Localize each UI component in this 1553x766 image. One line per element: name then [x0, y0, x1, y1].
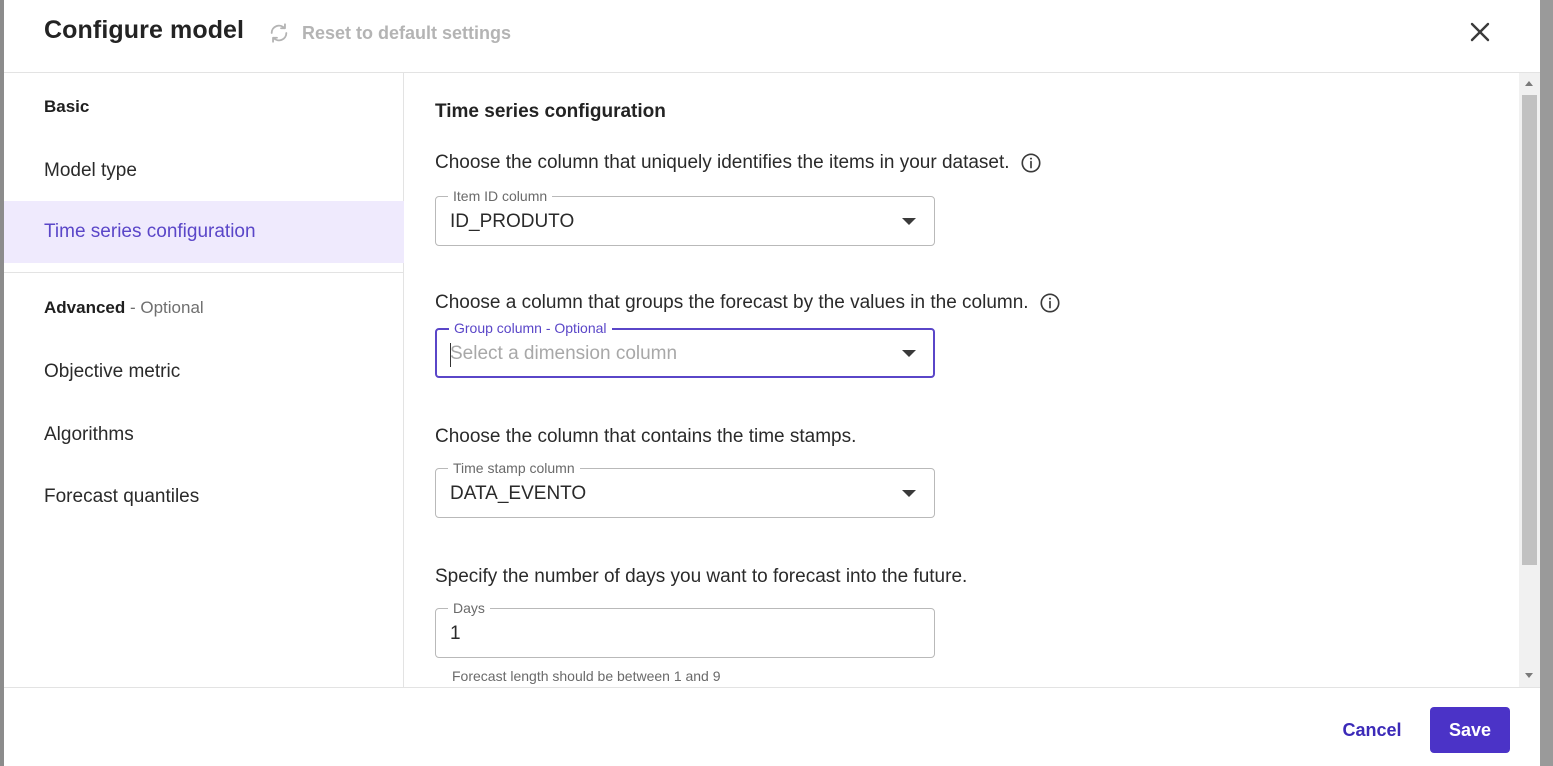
group-prompt: Choose a column that groups the forecast…	[435, 292, 1061, 314]
section-title: Time series configuration	[435, 101, 666, 122]
reset-defaults-button[interactable]: Reset to default settings	[268, 20, 511, 46]
timestamp-prompt-text: Choose the column that contains the time…	[435, 426, 857, 447]
item-id-prompt: Choose the column that uniquely identifi…	[435, 152, 1042, 174]
sidebar-item-label: Algorithms	[44, 424, 134, 445]
sidebar-divider	[4, 272, 404, 273]
background-app-edge-right	[1539, 0, 1553, 766]
refresh-icon	[270, 23, 288, 43]
settings-content: Time series configuration Choose the col…	[405, 73, 1519, 687]
dialog-header: Configure model Reset to default setting…	[4, 0, 1540, 73]
days-input[interactable]: Days 1	[435, 599, 935, 658]
timestamp-prompt: Choose the column that contains the time…	[435, 426, 856, 448]
advanced-optional-label: - Optional	[125, 298, 204, 317]
days-value: 1	[450, 623, 461, 644]
sidebar-item-model-type[interactable]: Model type	[4, 140, 404, 202]
group-prompt-text: Choose a column that groups the forecast…	[435, 292, 1029, 313]
info-icon[interactable]	[1039, 292, 1061, 314]
days-label: Days	[448, 599, 490, 617]
group-column-select[interactable]: Group column - Optional Select a dimensi…	[435, 319, 935, 378]
item-id-label: Item ID column	[448, 187, 553, 205]
close-icon	[1470, 22, 1490, 42]
close-button[interactable]	[1466, 18, 1494, 46]
save-button[interactable]: Save	[1430, 707, 1510, 753]
item-id-value: ID_PRODUTO	[450, 211, 575, 232]
sidebar-section-basic: Basic	[44, 97, 90, 116]
sidebar-item-label: Forecast quantiles	[44, 486, 200, 507]
content-scrollbar[interactable]	[1519, 73, 1540, 687]
chevron-down-icon	[902, 218, 916, 225]
scroll-up-arrow[interactable]	[1525, 81, 1533, 86]
group-column-placeholder: Select a dimension column	[450, 343, 678, 364]
timestamp-value: DATA_EVENTO	[450, 483, 587, 504]
cancel-button[interactable]: Cancel	[1330, 707, 1414, 753]
days-helper-text: Forecast length should be between 1 and …	[452, 668, 721, 684]
timestamp-label: Time stamp column	[448, 459, 580, 477]
days-prompt: Specify the number of days you want to f…	[435, 566, 967, 588]
sidebar-item-objective-metric[interactable]: Objective metric	[4, 341, 404, 403]
advanced-label: Advanced	[44, 298, 126, 317]
scroll-down-arrow[interactable]	[1525, 673, 1533, 678]
dialog-title: Configure model	[44, 16, 245, 44]
dialog-footer: Cancel Save	[4, 687, 1540, 766]
configure-model-dialog: Configure model Reset to default setting…	[4, 0, 1540, 766]
days-prompt-text: Specify the number of days you want to f…	[435, 566, 968, 587]
item-id-prompt-text: Choose the column that uniquely identifi…	[435, 152, 1010, 173]
chevron-down-icon	[902, 350, 916, 357]
chevron-down-icon	[902, 490, 916, 497]
sidebar-item-label: Time series configuration	[44, 221, 256, 242]
sidebar-item-forecast-quantiles[interactable]: Forecast quantiles	[4, 466, 404, 528]
reset-label: Reset to default settings	[302, 22, 512, 43]
timestamp-select[interactable]: Time stamp column DATA_EVENTO	[435, 459, 935, 518]
sidebar-item-algorithms[interactable]: Algorithms	[4, 404, 404, 466]
group-column-label: Group column - Optional	[449, 319, 612, 337]
sidebar-section-advanced: Advanced - Optional	[44, 298, 204, 318]
sidebar-item-time-series-configuration[interactable]: Time series configuration	[4, 201, 404, 263]
info-icon[interactable]	[1020, 152, 1042, 174]
sidebar-item-label: Model type	[44, 160, 137, 181]
item-id-select[interactable]: Item ID column ID_PRODUTO	[435, 187, 935, 246]
scroll-thumb[interactable]	[1522, 95, 1537, 565]
settings-sidebar: Basic Model type Time series configurati…	[4, 73, 404, 687]
sidebar-item-label: Objective metric	[44, 361, 181, 382]
